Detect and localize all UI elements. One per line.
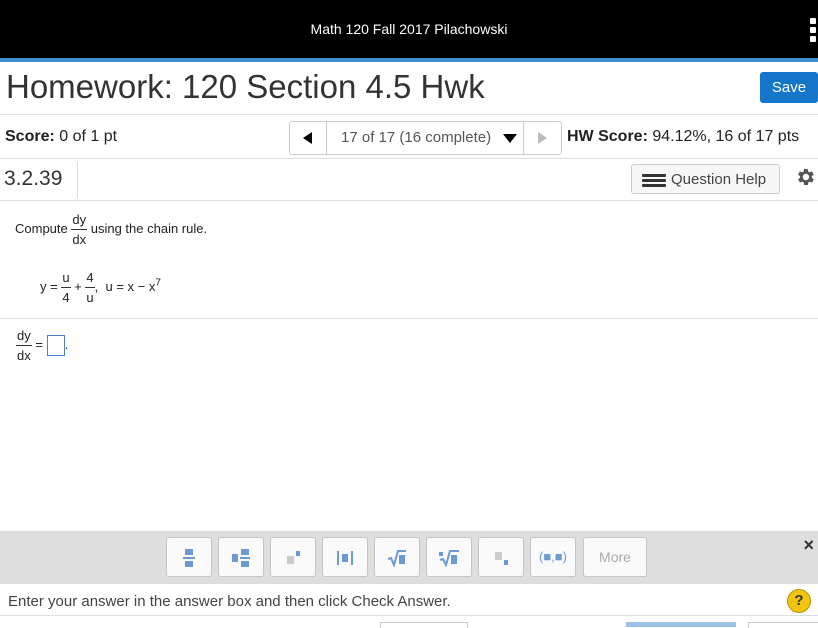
question-selector[interactable]: 17 of 17 (16 complete) [327,122,523,154]
close-icon[interactable]: × [803,535,814,556]
bottom-button-edge[interactable] [748,622,818,628]
prompt-prefix: Compute [15,220,68,236]
answer-period: . [64,336,69,352]
answer-row: dy dx = . [16,329,68,362]
fraction-numerator: dy [16,329,32,346]
problem-equation: y = u 4 + 4 u , u = x − x7 [40,271,161,304]
question-help-button[interactable]: Question Help [631,164,780,194]
question-selector-label: 17 of 17 (16 complete) [341,129,492,146]
derivative-fraction: dy dx [71,213,88,247]
caret-down-icon [503,134,517,143]
subscript-icon [495,551,508,565]
divider [0,615,818,616]
next-question-button[interactable] [523,122,561,154]
absolute-value-icon [337,550,353,565]
question-score: Score: 0 of 1 pt [5,128,117,146]
fraction-numerator: u [61,271,71,288]
interval-label: (■,■) [539,549,567,564]
equation-plus: + [74,278,82,294]
hw-score-value: 94.12%, 16 of 17 pts [652,128,800,145]
equation-y: y = [40,278,58,294]
divider [0,114,818,115]
answer-equals: = [35,336,43,352]
save-button[interactable]: Save [760,72,818,103]
square-root-button[interactable] [374,537,420,577]
divider [0,318,818,319]
fraction-denominator: dx [72,232,87,247]
mixed-number-icon [232,548,250,567]
math-toolbar: (■,■) More × [0,531,818,584]
instruction-text: Enter your answer in the answer box and … [8,593,451,610]
fraction-numerator: 4 [85,271,95,288]
absolute-value-button[interactable] [322,537,368,577]
nth-root-icon [439,549,459,568]
divider [77,162,78,198]
fraction-u-over-4: u 4 [61,271,71,305]
hw-score-label: HW Score: [567,128,648,145]
more-button[interactable]: More [583,537,647,577]
header-accent-line [0,58,818,62]
equation-exponent: 7 [155,277,161,289]
mixed-number-button[interactable] [218,537,264,577]
fraction-numerator: dy [71,213,88,230]
interval-button[interactable]: (■,■) [530,537,576,577]
equation-u: u = x − x [105,278,156,294]
answer-input[interactable] [46,335,65,356]
equation-comma: , [94,278,99,294]
help-icon[interactable]: ? [787,589,811,613]
question-help-label: Question Help [671,171,767,188]
prompt-suffix: using the chain rule. [90,220,208,236]
exponent-icon [287,550,300,564]
homework-title: Homework: 120 Section 4.5 Hwk [6,68,485,105]
score-label: Score: [5,128,55,145]
nth-root-button[interactable] [426,537,472,577]
subscript-button[interactable] [478,537,524,577]
menu-icon[interactable] [810,18,818,45]
check-answer-button-edge[interactable] [626,622,736,627]
answer-fraction: dy dx [16,329,32,362]
previous-question-button[interactable] [290,122,327,154]
bottom-button-edge[interactable] [380,622,468,628]
divider [0,200,818,201]
fraction-denominator: u [86,290,94,305]
list-icon [642,174,666,189]
exponent-button[interactable] [270,537,316,577]
status-footer: Enter your answer in the answer box and … [0,585,818,627]
problem-prompt: Compute dy dx using the chain rule. [15,213,207,246]
fraction-4-over-u: 4 u [85,271,95,305]
square-root-icon [387,549,406,568]
course-title: Math 120 Fall 2017 Pilachowski [310,21,508,37]
gear-icon[interactable] [794,166,816,188]
hw-score: HW Score: 94.12%, 16 of 17 pts [567,128,799,146]
course-header: Math 120 Fall 2017 Pilachowski [0,0,818,58]
question-navigator: 17 of 17 (16 complete) [289,121,562,155]
score-value: 0 of 1 pt [59,128,118,145]
divider [0,158,818,159]
fraction-button[interactable] [166,537,212,577]
fraction-denominator: dx [17,348,31,363]
fraction-denominator: 4 [62,290,70,305]
question-number: 3.2.39 [4,167,63,190]
fraction-icon [183,548,195,567]
